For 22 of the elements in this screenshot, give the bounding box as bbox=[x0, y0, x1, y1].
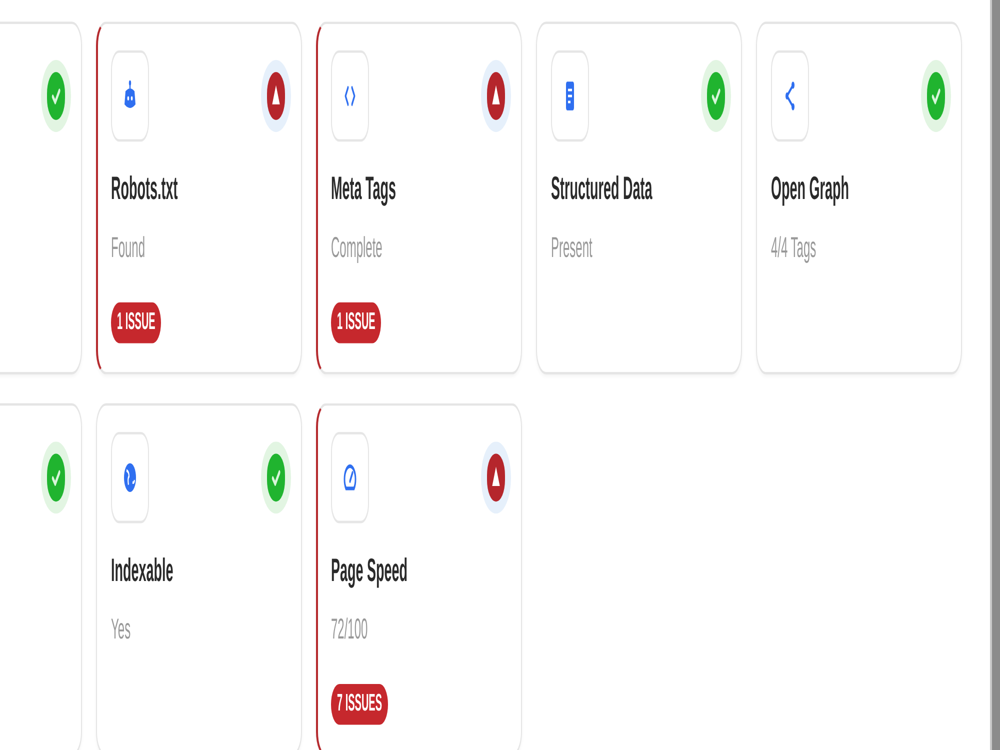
globe-icon bbox=[111, 432, 149, 524]
check-value: Present bbox=[551, 229, 592, 266]
check-title: Indexable bbox=[111, 551, 174, 590]
code-icon bbox=[331, 50, 369, 142]
robot-icon bbox=[111, 50, 149, 142]
scrollbar[interactable] bbox=[990, 0, 1000, 750]
check-value: Found bbox=[111, 229, 146, 266]
issues-badge: 1 ISSUE bbox=[331, 302, 382, 344]
document-icon bbox=[551, 50, 589, 142]
issues-badge: 1 ISSUE bbox=[111, 302, 162, 344]
check-title: Structured Data bbox=[551, 169, 652, 208]
check-value: 72/100 bbox=[331, 611, 368, 648]
issues-badge: 7 ISSUES bbox=[331, 684, 388, 725]
check-title: Open Graph bbox=[771, 169, 850, 208]
share-icon bbox=[771, 50, 809, 142]
check-value: 4/4 Tags bbox=[771, 229, 816, 266]
check-value: Yes bbox=[111, 611, 131, 648]
check-title: Page Speed bbox=[331, 551, 408, 590]
check-title: Meta Tags bbox=[331, 169, 396, 208]
check-value: Complete bbox=[331, 229, 382, 266]
gauge-icon bbox=[331, 432, 369, 524]
check-title: Robots.txt bbox=[111, 169, 178, 208]
